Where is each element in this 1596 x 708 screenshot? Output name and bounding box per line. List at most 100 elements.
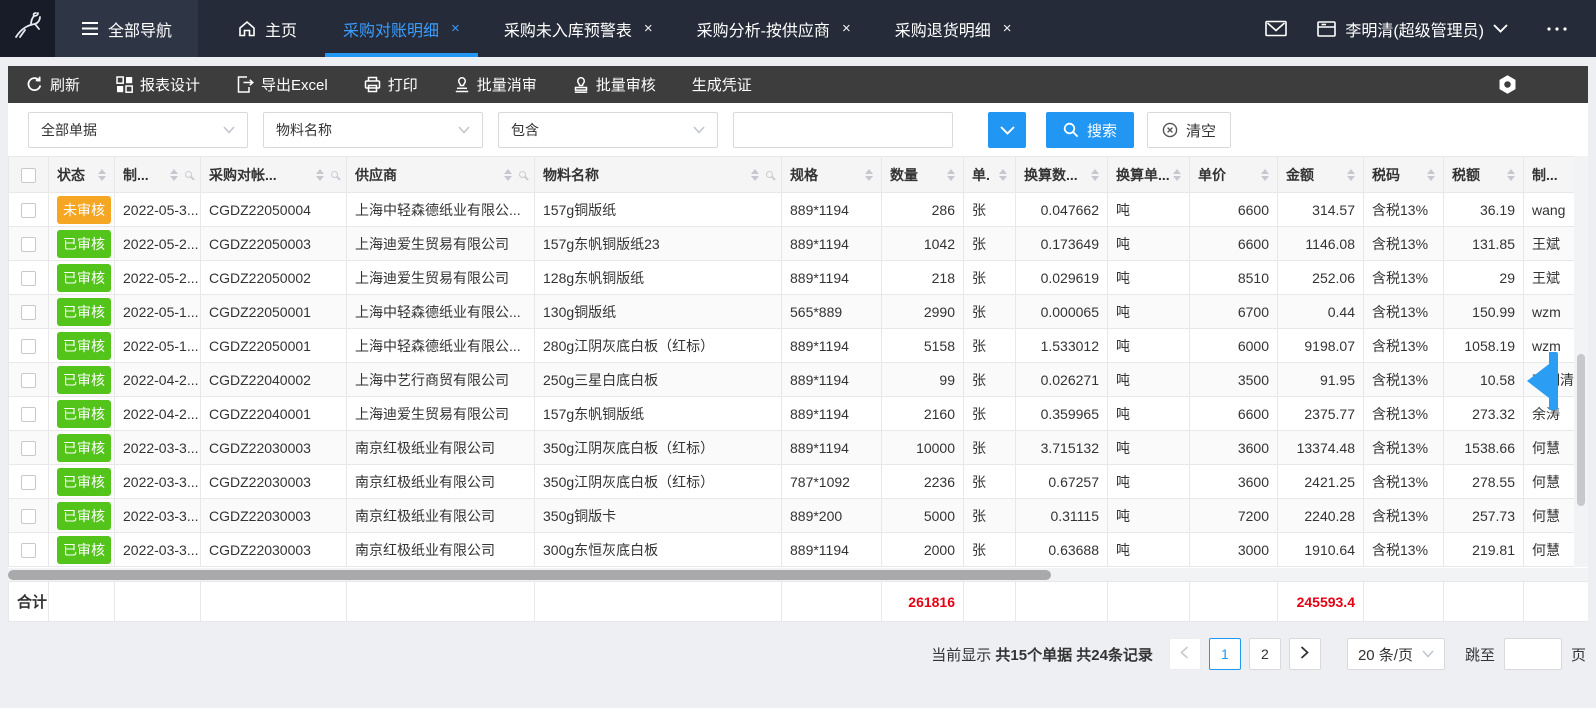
row-checkbox[interactable] <box>21 441 36 456</box>
tab-close-icon[interactable]: × <box>1003 21 1012 36</box>
side-panel-handle[interactable] <box>1527 352 1558 410</box>
table-row[interactable]: 已审核2022-03-3...CGDZ22030003南京红极纸业有限公司350… <box>9 499 1589 533</box>
row-checkbox[interactable] <box>21 339 36 354</box>
sort-icon[interactable] <box>1347 169 1355 181</box>
sort-icon[interactable] <box>316 169 324 181</box>
horizontal-scrollbar[interactable] <box>8 568 1588 581</box>
app-logo[interactable] <box>0 0 55 57</box>
tab-close-icon[interactable]: × <box>644 21 653 36</box>
row-checkbox[interactable] <box>21 543 36 558</box>
sort-icon[interactable] <box>1427 169 1435 181</box>
row-checkbox[interactable] <box>21 407 36 422</box>
column-header-docno[interactable]: 采购对帐... <box>201 157 347 193</box>
toolbar-button-1[interactable]: 刷新 <box>26 74 80 95</box>
toolbar-button-5[interactable]: 批量消审 <box>454 74 537 95</box>
jump-page-input[interactable] <box>1504 638 1562 670</box>
tab-close-icon[interactable]: × <box>842 21 851 36</box>
more-icon[interactable] <box>1546 26 1568 32</box>
mail-icon[interactable] <box>1265 20 1287 37</box>
sort-desc-icon <box>1261 176 1269 181</box>
sort-icon[interactable] <box>1261 169 1269 181</box>
table-row[interactable]: 已审核2022-05-1...CGDZ22050001上海中轻森德纸业有限公..… <box>9 329 1589 363</box>
toolbar-button-4[interactable]: 打印 <box>364 74 418 95</box>
column-header-tax[interactable]: 税额 <box>1444 157 1524 193</box>
tab-2[interactable]: 采购未入库预警表× <box>482 0 675 57</box>
sort-icon[interactable] <box>1173 169 1181 181</box>
column-header-convqty[interactable]: 换算数... <box>1016 157 1108 193</box>
page-button-1[interactable]: 1 <box>1209 638 1241 670</box>
vertical-scrollbar[interactable] <box>1574 156 1588 567</box>
gear-icon[interactable] <box>1497 74 1518 95</box>
table-row[interactable]: 已审核2022-03-3...CGDZ22030003南京红极纸业有限公司300… <box>9 533 1589 567</box>
select-all-checkbox[interactable] <box>21 168 36 183</box>
toolbar-button-7[interactable]: 生成凭证 <box>692 74 752 95</box>
column-header-qty[interactable]: 数量 <box>882 157 964 193</box>
tab-4[interactable]: 采购退货明细× <box>873 0 1034 57</box>
clear-button[interactable]: 清空 <box>1147 112 1231 148</box>
operator-select[interactable]: 包含 <box>498 112 718 148</box>
column-header-convunit[interactable]: 换算单... <box>1108 157 1190 193</box>
search-button[interactable]: 搜索 <box>1046 112 1134 148</box>
column-header-supplier[interactable]: 供应商 <box>347 157 535 193</box>
table-row[interactable]: 已审核2022-05-1...CGDZ22050001上海中轻森德纸业有限公..… <box>9 295 1589 329</box>
expand-filters-button[interactable] <box>988 112 1026 148</box>
sort-icon[interactable] <box>751 169 759 181</box>
table-row[interactable]: 未审核2022-05-3...CGDZ22050004上海中轻森德纸业有限公..… <box>9 193 1589 227</box>
row-checkbox[interactable] <box>21 373 36 388</box>
column-search-icon[interactable] <box>519 171 526 178</box>
sort-icon[interactable] <box>98 169 106 181</box>
column-header-spec[interactable]: 规格 <box>782 157 882 193</box>
cell-taxcode: 含税13% <box>1364 499 1444 533</box>
hscroll-thumb[interactable] <box>8 570 1051 580</box>
table-row[interactable]: 已审核2022-03-3...CGDZ22030003南京红极纸业有限公司350… <box>9 465 1589 499</box>
table-row[interactable]: 已审核2022-03-3...CGDZ22030003南京红极纸业有限公司350… <box>9 431 1589 465</box>
table-row[interactable]: 已审核2022-05-2...CGDZ22050003上海迪爱生贸易有限公司15… <box>9 227 1589 261</box>
vscroll-thumb[interactable] <box>1577 354 1585 506</box>
doc-type-select[interactable]: 全部单据 <box>28 112 248 148</box>
column-header-taxcode[interactable]: 税码 <box>1364 157 1444 193</box>
column-header-amount[interactable]: 金额 <box>1278 157 1364 193</box>
column-search-icon[interactable] <box>185 171 192 178</box>
tab-1[interactable]: 采购对账明细× <box>321 0 482 57</box>
table-row[interactable]: 已审核2022-04-2...CGDZ22040001上海迪爱生贸易有限公司15… <box>9 397 1589 431</box>
column-header-unit[interactable]: 单. <box>964 157 1016 193</box>
sort-icon[interactable] <box>504 169 512 181</box>
keyword-input[interactable] <box>733 112 953 148</box>
field-select[interactable]: 物料名称 <box>263 112 483 148</box>
next-page-button[interactable] <box>1289 638 1321 670</box>
table-row[interactable]: 已审核2022-04-2...CGDZ22040002上海中艺行商贸有限公司25… <box>9 363 1589 397</box>
cell-check <box>9 329 49 363</box>
page-size-select[interactable]: 20 条/页 <box>1347 638 1445 670</box>
column-header-status[interactable]: 状态 <box>49 157 115 193</box>
nav-all-button[interactable]: 全部导航 <box>55 0 198 57</box>
row-checkbox[interactable] <box>21 203 36 218</box>
row-checkbox[interactable] <box>21 271 36 286</box>
table-row[interactable]: 已审核2022-05-2...CGDZ22050002上海迪爱生贸易有限公司12… <box>9 261 1589 295</box>
prev-page-button[interactable] <box>1169 638 1201 670</box>
column-header-date[interactable]: 制... <box>115 157 201 193</box>
tab-close-icon[interactable]: × <box>451 21 460 36</box>
tab-3[interactable]: 采购分析-按供应商× <box>675 0 873 57</box>
column-header-material[interactable]: 物料名称 <box>535 157 782 193</box>
row-checkbox[interactable] <box>21 237 36 252</box>
column-search-icon[interactable] <box>766 171 773 178</box>
row-checkbox[interactable] <box>21 475 36 490</box>
sort-icon[interactable] <box>999 169 1007 181</box>
user-menu[interactable]: 李明清(超级管理员) <box>1317 17 1508 41</box>
toolbar-button-2[interactable]: 报表设计 <box>116 74 200 95</box>
row-checkbox[interactable] <box>21 509 36 524</box>
toolbar-button-6[interactable]: 批量审核 <box>573 74 656 95</box>
row-checkbox[interactable] <box>21 305 36 320</box>
sort-icon[interactable] <box>865 169 873 181</box>
sort-icon[interactable] <box>170 169 178 181</box>
sort-icon[interactable] <box>947 169 955 181</box>
cell-convunit: 吨 <box>1108 363 1190 397</box>
sort-icon[interactable] <box>1507 169 1515 181</box>
sort-asc-icon <box>1261 169 1269 174</box>
column-search-icon[interactable] <box>331 171 338 178</box>
tab-home[interactable]: 主页 <box>214 0 321 57</box>
sort-icon[interactable] <box>1091 169 1099 181</box>
toolbar-button-3[interactable]: 导出Excel <box>236 74 328 95</box>
page-button-2[interactable]: 2 <box>1249 638 1281 670</box>
column-header-price[interactable]: 单价 <box>1190 157 1278 193</box>
